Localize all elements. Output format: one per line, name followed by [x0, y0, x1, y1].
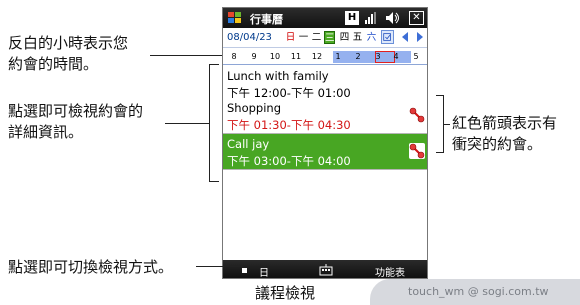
close-icon[interactable]: ✕ — [409, 11, 424, 25]
soft-key-bar: 日 功能表 — [223, 260, 427, 278]
title-bar: 行事曆 H ✕ — [223, 8, 427, 28]
callout-line-switch-view — [196, 266, 244, 267]
appointment-item[interactable]: Shopping 下午 01:30-下午 04:30 — [223, 98, 427, 134]
appointment-title: Lunch with family — [227, 69, 329, 83]
watermark: touch_wm @ sogi.com.tw — [408, 285, 549, 298]
prev-week-arrow-icon[interactable] — [401, 31, 409, 43]
soft-key-indicator — [242, 268, 247, 273]
weekday-fri[interactable]: 五 — [352, 31, 363, 44]
hour-label: 5 — [413, 52, 419, 61]
input-panel-icon[interactable] — [319, 264, 333, 276]
hour-label: 11 — [290, 52, 302, 61]
h-icon: H — [345, 11, 359, 25]
hour-label: 3 — [375, 52, 381, 61]
callout-line-conflict — [444, 124, 450, 125]
hour-label: 8 — [231, 52, 237, 61]
hour-label: 4 — [393, 52, 399, 61]
phone-screen: 行事曆 H ✕ 08/04/23 日 一 二 三 四 五 六 8 9 10 11… — [222, 7, 428, 279]
hour-label: 10 — [269, 52, 281, 61]
appointment-item-selected[interactable]: Call jay 下午 03:00-下午 04:00 — [223, 134, 427, 170]
weekday-wed-selected[interactable]: 三 — [324, 31, 335, 44]
signal-icon[interactable] — [364, 11, 378, 25]
current-date[interactable]: 08/04/23 — [227, 32, 272, 43]
weekday-tue[interactable]: 二 — [311, 31, 322, 44]
hour-label: 9 — [251, 52, 257, 61]
hour-label: 1 — [335, 52, 341, 61]
app-title: 行事曆 — [250, 13, 283, 26]
windows-logo-icon[interactable] — [227, 11, 243, 25]
conflict-arrow-icon — [409, 143, 425, 159]
appointment-title: Shopping — [227, 101, 282, 115]
callout-bracket-details — [209, 64, 219, 182]
menu-softkey[interactable]: 功能表 — [375, 264, 405, 278]
callout-bracket-conflict — [436, 95, 444, 153]
callout-view-details: 點選即可檢視約會的 詳細資訊。 — [8, 102, 144, 141]
hour-label: 2 — [355, 52, 361, 61]
callout-conflict: 紅色箭頭表示有 衝突的約會。 — [452, 114, 558, 153]
weekday-mon[interactable]: 一 — [298, 31, 309, 44]
appointment-time: 下午 03:00-下午 04:00 — [227, 154, 351, 168]
volume-icon[interactable] — [385, 11, 401, 25]
hour-strip[interactable]: 8 9 10 11 12 1 2 3 4 5 — [223, 49, 427, 65]
appointment-item[interactable]: Lunch with family 下午 12:00-下午 01:00 — [223, 66, 427, 102]
appointment-time: 下午 01:30-下午 04:30 — [227, 118, 351, 132]
weekday-sat[interactable]: 六 — [366, 31, 377, 44]
callout-switch-view: 點選即可切換檢視方式。 — [8, 258, 174, 276]
hour-label: 12 — [311, 52, 323, 61]
callout-line-details — [165, 123, 209, 124]
callout-reversed-hours: 反白的小時表示您 約會的時間。 — [8, 34, 129, 73]
week-toggle-icon[interactable] — [381, 30, 394, 44]
weekday-sun[interactable]: 日 — [285, 31, 296, 44]
date-bar: 08/04/23 日 一 二 三 四 五 六 — [223, 28, 427, 48]
figure-caption: 議程檢視 — [255, 284, 316, 302]
conflict-arrow-icon — [409, 107, 425, 123]
appointment-title: Call jay — [227, 137, 270, 151]
view-switch-softkey[interactable]: 日 — [259, 264, 269, 278]
weekday-thu[interactable]: 四 — [339, 31, 350, 44]
next-week-arrow-icon[interactable] — [416, 31, 424, 43]
